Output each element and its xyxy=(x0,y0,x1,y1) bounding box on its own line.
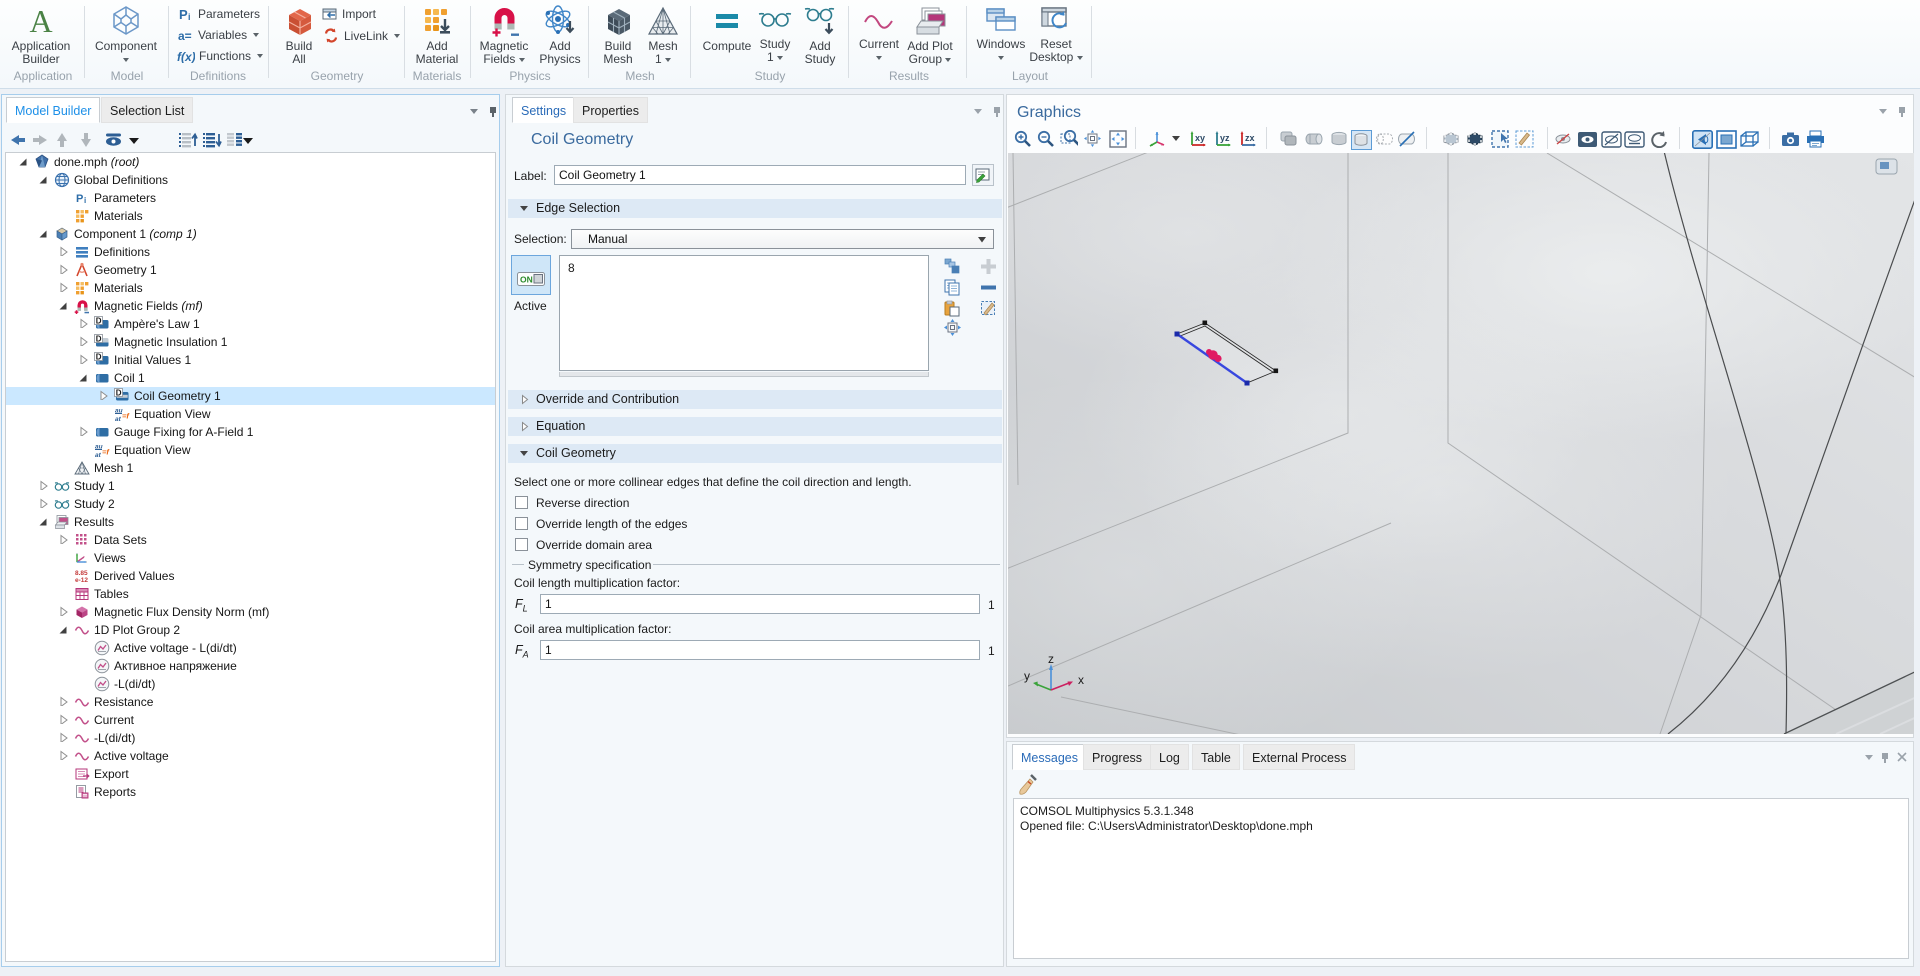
svg-text:P: P xyxy=(179,7,188,21)
svg-text:zx: zx xyxy=(1245,133,1255,143)
svg-text:a=: a= xyxy=(178,29,192,42)
svg-text:xy: xy xyxy=(1195,133,1205,143)
svg-text:x: x xyxy=(1078,673,1084,687)
svg-text:at: at xyxy=(115,416,122,422)
svg-text:z: z xyxy=(1048,652,1054,666)
svg-text:e-12: e-12 xyxy=(75,577,88,584)
svg-text:i: i xyxy=(188,12,191,21)
svg-text:ON: ON xyxy=(520,275,533,285)
svg-text:8.85: 8.85 xyxy=(75,570,88,577)
svg-text:=f: =f xyxy=(102,448,110,457)
svg-text:y: y xyxy=(1024,669,1030,683)
svg-text:D: D xyxy=(96,317,102,326)
svg-text:D: D xyxy=(96,335,102,344)
svg-text:i: i xyxy=(84,196,86,205)
svg-text:yz: yz xyxy=(1220,133,1230,143)
svg-text:f(x): f(x) xyxy=(177,50,195,63)
svg-text:=f: =f xyxy=(122,412,130,421)
svg-text:D: D xyxy=(116,389,122,398)
svg-text:P: P xyxy=(76,193,83,205)
svg-text:D: D xyxy=(96,353,102,362)
svg-text:A: A xyxy=(29,5,52,37)
svg-text:at: at xyxy=(95,452,102,458)
